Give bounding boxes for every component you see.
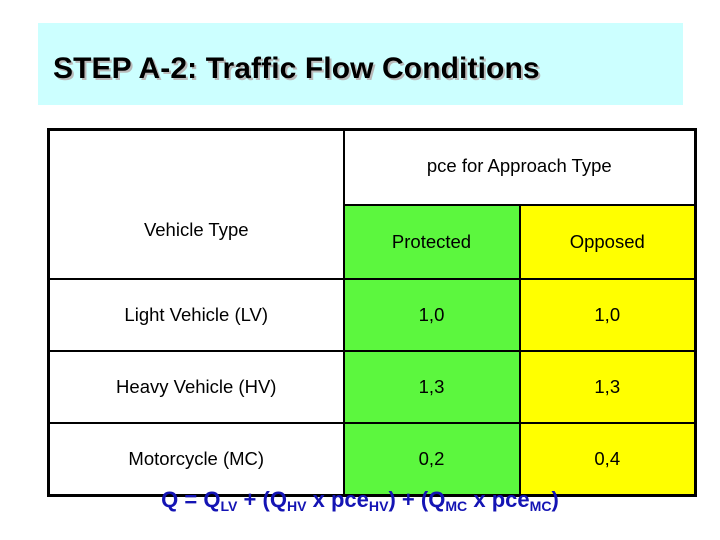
table-header-row-1: Vehicle Type pce for Approach Type [47, 128, 698, 280]
table-row: Heavy Vehicle (HV) 1,3 1,3 [47, 350, 698, 424]
formula-q-mc: Q [428, 487, 446, 512]
formula-q-lv: Q [203, 487, 221, 512]
cell-vehicle-type: Light Vehicle (LV) [47, 278, 345, 352]
header-opposed: Opposed [518, 204, 698, 280]
header-protected: Protected [342, 204, 521, 280]
formula-sub-mc: MC [445, 497, 468, 514]
cell-opposed-value: 1,3 [518, 350, 698, 424]
cell-protected-value: 1,0 [342, 278, 521, 352]
page-title: STEP A-2: Traffic Flow Conditions [53, 52, 540, 85]
table-row: Light Vehicle (LV) 1,0 1,0 [47, 278, 698, 352]
formula-times-pce-mc: x pce [467, 487, 530, 512]
header-vehicle-type: Vehicle Type [47, 128, 345, 280]
pce-table: Vehicle Type pce for Approach Type Prote… [47, 128, 698, 497]
formula-q-hv: Q [269, 487, 287, 512]
table-row: Motorcycle (MC) 0,2 0,4 [47, 422, 698, 497]
formula-times-pce-hv: x pce [306, 487, 369, 512]
formula-sub-pce-mc: MC [529, 497, 552, 514]
header-pce-for-approach-type: pce for Approach Type [342, 128, 698, 206]
formula-close-plus-open: ) + ( [388, 487, 429, 512]
formula-text: Q = QLV + (QHV x pceHV) + (QMC x pceMC) [0, 487, 720, 514]
cell-vehicle-type: Heavy Vehicle (HV) [47, 350, 345, 424]
formula-equals: = [178, 487, 204, 512]
formula-q: Q [161, 487, 179, 512]
formula-close: ) [551, 487, 559, 512]
cell-vehicle-type: Motorcycle (MC) [47, 422, 345, 497]
formula-sub-lv: LV [220, 497, 238, 514]
cell-protected-value: 1,3 [342, 350, 521, 424]
cell-opposed-value: 0,4 [518, 422, 698, 497]
cell-opposed-value: 1,0 [518, 278, 698, 352]
formula-sub-hv: HV [286, 497, 307, 514]
formula-sub-pce-hv: HV [368, 497, 389, 514]
formula-plus-open: + ( [237, 487, 270, 512]
cell-protected-value: 0,2 [342, 422, 521, 497]
